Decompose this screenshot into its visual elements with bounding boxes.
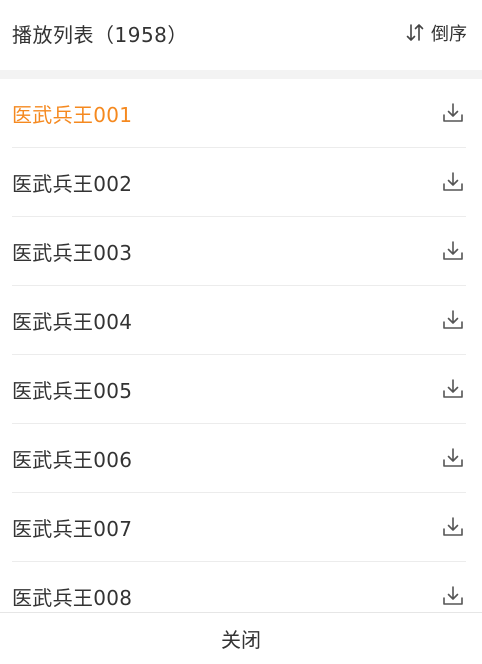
close-button[interactable]: 关闭 bbox=[221, 624, 261, 653]
download-icon[interactable] bbox=[440, 514, 466, 540]
playlist-item-label: 医武兵王003 bbox=[12, 240, 133, 265]
sort-arrows-icon bbox=[404, 22, 426, 44]
download-icon[interactable] bbox=[440, 376, 466, 402]
playlist-item[interactable]: 医武兵王008 bbox=[12, 562, 466, 612]
playlist-title: 播放列表（1958） bbox=[12, 22, 188, 47]
playlist-item[interactable]: 医武兵王004 bbox=[12, 286, 466, 355]
header-divider bbox=[0, 70, 482, 79]
playlist-item-label: 医武兵王005 bbox=[12, 378, 133, 403]
playlist-item[interactable]: 医武兵王007 bbox=[12, 493, 466, 562]
playlist-item-label: 医武兵王001 bbox=[12, 102, 133, 127]
sort-order-button[interactable]: 倒序 bbox=[404, 20, 467, 46]
playlist-footer: 关闭 bbox=[0, 612, 482, 664]
playlist-item-label: 医武兵王008 bbox=[12, 585, 133, 610]
download-icon[interactable] bbox=[440, 307, 466, 333]
playlist-item-label: 医武兵王004 bbox=[12, 309, 133, 334]
playlist-item[interactable]: 医武兵王003 bbox=[12, 217, 466, 286]
download-icon[interactable] bbox=[440, 238, 466, 264]
playlist-item[interactable]: 医武兵王001 bbox=[12, 79, 466, 148]
playlist-list[interactable]: 医武兵王001 医武兵王002 医武兵王003 医武兵王004 医武兵王005 医武兵王0… bbox=[0, 79, 482, 612]
download-icon[interactable] bbox=[440, 445, 466, 471]
sort-order-label: 倒序 bbox=[431, 24, 467, 45]
playlist-header: 播放列表（1958） 倒序 bbox=[0, 0, 482, 70]
download-icon[interactable] bbox=[440, 100, 466, 126]
download-icon[interactable] bbox=[440, 169, 466, 195]
playlist-item-label: 医武兵王002 bbox=[12, 171, 133, 196]
playlist-item-label: 医武兵王007 bbox=[12, 516, 133, 541]
playlist-item[interactable]: 医武兵王002 bbox=[12, 148, 466, 217]
playlist-item[interactable]: 医武兵王006 bbox=[12, 424, 466, 493]
playlist-sheet: 播放列表（1958） 倒序 医武兵王001 医武兵王002 医武兵王003 医武兵王0… bbox=[0, 0, 482, 664]
download-icon[interactable] bbox=[440, 583, 466, 609]
playlist-item[interactable]: 医武兵王005 bbox=[12, 355, 466, 424]
playlist-item-label: 医武兵王006 bbox=[12, 447, 133, 472]
